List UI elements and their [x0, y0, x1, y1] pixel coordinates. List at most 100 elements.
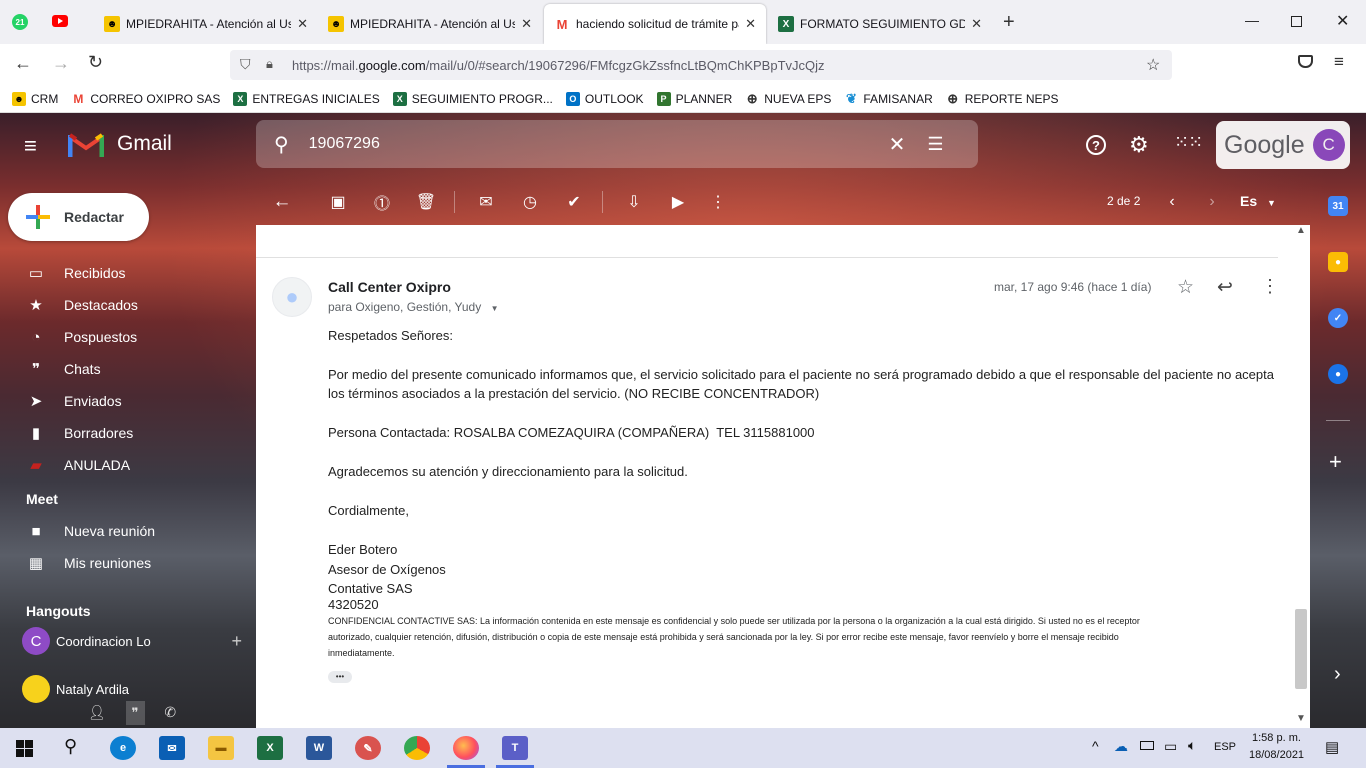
settings-gear-icon[interactable]: ⚙	[1129, 132, 1149, 158]
next-chevron-icon[interactable]: ›	[1200, 190, 1224, 214]
show-hidden-icons-chevron-icon[interactable]: ^	[1092, 738, 1099, 754]
calendar-app-icon[interactable]: 31	[1328, 196, 1348, 216]
menu-hamburger-icon[interactable]: ≡	[1334, 52, 1344, 72]
back-arrow-icon[interactable]: ←	[14, 53, 32, 74]
minimize-window-icon[interactable]: —	[1245, 12, 1259, 28]
help-icon[interactable]: ?	[1086, 135, 1106, 155]
delete-icon[interactable]: 🗑︎	[414, 190, 438, 214]
keep-app-icon[interactable]: ●	[1328, 252, 1348, 272]
previous-chevron-icon[interactable]: ‹	[1160, 190, 1184, 214]
sender-name[interactable]: Call Center Oxipro	[328, 279, 451, 295]
scroll-up-arrow-icon[interactable]: ▲	[1296, 225, 1306, 236]
get-addons-plus-icon[interactable]: +	[1329, 449, 1342, 475]
browser-tab-active[interactable]: M haciendo solicitud de trámite para ✕	[544, 4, 766, 44]
pocket-icon[interactable]	[1298, 55, 1313, 68]
edge-icon[interactable]: e	[110, 736, 136, 760]
browser-tab[interactable]: ☻ MPIEDRAHITA - Atención al Usuario ✕	[318, 4, 542, 44]
nav-item-destacados[interactable]: ★ Destacados	[26, 289, 246, 321]
pinned-tab-whatsapp[interactable]: 21	[12, 14, 28, 30]
restore-window-icon[interactable]	[1291, 16, 1302, 27]
meet-new-meeting[interactable]: ■ Nueva reunión	[26, 515, 246, 547]
teams-icon[interactable]: T	[502, 736, 528, 760]
nav-item-pospuestos[interactable]: ◔ Pospuestos	[26, 321, 246, 353]
search-bar[interactable]: ⚲ 19067296 ✕ ☰	[256, 120, 978, 168]
search-icon[interactable]: ⚲	[274, 132, 289, 157]
gmail-logo[interactable]: Gmail	[68, 131, 172, 157]
notifications-icon[interactable]: ▤	[1325, 738, 1339, 756]
bookmark-nueva-eps[interactable]: ⊕ NUEVA EPS	[745, 91, 832, 106]
clock-time[interactable]: 1:58 p. m.	[1252, 732, 1301, 744]
windows-start-icon[interactable]	[16, 740, 33, 757]
volume-icon[interactable]: 🔈︎	[1188, 737, 1196, 754]
new-tab-icon[interactable]: +	[1003, 11, 1015, 34]
google-account-chip[interactable]: Google C	[1216, 121, 1350, 169]
move-to-icon[interactable]: ⇩	[622, 190, 646, 214]
bookmark-outlook[interactable]: O OUTLOOK	[565, 92, 644, 106]
mark-unread-icon[interactable]: ✉	[474, 190, 498, 214]
show-trimmed-content-button[interactable]: •••	[328, 671, 352, 683]
label-tag-icon[interactable]: ▶	[666, 190, 690, 214]
network-icon[interactable]: ▭	[1164, 738, 1177, 755]
language-indicator[interactable]: ESP	[1214, 741, 1236, 753]
bookmark-reporte-neps[interactable]: ⊕ REPORTE NEPS	[946, 91, 1058, 106]
archive-icon[interactable]: ▣	[326, 190, 350, 214]
close-tab-icon[interactable]: ✕	[745, 16, 756, 32]
battery-icon[interactable]	[1140, 741, 1154, 750]
scroll-down-arrow-icon[interactable]: ▼	[1296, 713, 1306, 724]
nav-item-enviados[interactable]: ➤ Enviados	[26, 385, 246, 417]
person-icon[interactable]: 👤︎	[88, 704, 106, 721]
bookmark-correo[interactable]: M CORREO OXIPRO SAS	[71, 92, 220, 106]
add-contact-icon[interactable]: +	[231, 631, 242, 652]
contacts-app-icon[interactable]: ●	[1328, 364, 1348, 384]
report-spam-icon[interactable]: ⓵	[370, 190, 394, 214]
firefox-icon[interactable]	[453, 736, 479, 760]
paint-icon[interactable]: ✎	[355, 736, 381, 760]
excel-icon[interactable]: X	[257, 736, 283, 760]
forward-arrow-icon[interactable]: →	[52, 53, 70, 74]
meet-my-meetings[interactable]: ▦ Mis reuniones	[26, 547, 246, 579]
search-input[interactable]: 19067296	[309, 135, 869, 153]
recipients-line[interactable]: para Oxigeno, Gestión, Yudy ▼	[328, 300, 498, 314]
clock-date[interactable]: 18/08/2021	[1249, 749, 1304, 761]
snooze-icon[interactable]: ◷	[518, 190, 542, 214]
expand-panel-chevron-icon[interactable]: ›	[1334, 663, 1341, 686]
close-tab-icon[interactable]: ✕	[971, 16, 982, 32]
reload-icon[interactable]: ↻	[88, 52, 103, 73]
nav-item-chats[interactable]: ❞ Chats	[26, 353, 246, 385]
add-task-icon[interactable]: ✔	[562, 190, 586, 214]
scrollbar-thumb[interactable]	[1295, 609, 1307, 689]
bookmark-famisanar[interactable]: ❦ FAMISANAR	[844, 91, 933, 106]
sender-avatar[interactable]: ●	[272, 277, 312, 317]
nav-item-borradores[interactable]: ▮ Borradores	[26, 417, 246, 449]
tasks-app-icon[interactable]: ✓	[1328, 308, 1348, 328]
browser-tab[interactable]: ☻ MPIEDRAHITA - Atención al Usuario ✕	[94, 4, 318, 44]
nav-item-anulada[interactable]: ▰ ANULADA	[26, 449, 246, 481]
search-icon[interactable]: ⚲	[64, 736, 77, 757]
mail-icon[interactable]: ✉	[159, 736, 185, 760]
search-options-icon[interactable]: ☰	[927, 134, 943, 155]
phone-icon[interactable]: ✆	[164, 704, 176, 721]
bookmark-entregas[interactable]: X ENTREGAS INICIALES	[233, 92, 380, 106]
url-bar[interactable]: ⛉ 🔒︎ https://mail. google.com/mail/u/0/#s…	[230, 50, 1172, 80]
close-window-icon[interactable]: ✕	[1336, 11, 1349, 31]
scrollbar-track[interactable]: ▲ ▼	[1292, 225, 1310, 728]
file-explorer-icon[interactable]: ▬	[208, 736, 234, 760]
pinned-tab-youtube[interactable]	[52, 15, 68, 27]
main-menu-icon[interactable]: ≡	[24, 133, 37, 159]
compose-button[interactable]: Redactar	[8, 193, 149, 241]
show-details-caret-icon[interactable]: ▼	[491, 304, 499, 313]
more-options-icon[interactable]: ⋮	[706, 190, 730, 214]
word-icon[interactable]: W	[306, 736, 332, 760]
close-tab-icon[interactable]: ✕	[521, 16, 532, 32]
reply-icon[interactable]: ↩	[1217, 276, 1233, 299]
chat-bubble-icon[interactable]: ❞	[125, 700, 145, 725]
nav-item-recibidos[interactable]: ▭ Recibidos	[26, 257, 246, 289]
chrome-icon[interactable]	[404, 736, 430, 760]
browser-tab[interactable]: X FORMATO SEGUIMIENTO GD.xlsx ✕	[768, 4, 992, 44]
bookmark-seguimiento[interactable]: X SEGUIMIENTO PROGR...	[392, 92, 553, 106]
bookmark-crm[interactable]: ☻ CRM	[12, 92, 58, 106]
input-language-selector[interactable]: Es ▼	[1240, 193, 1276, 209]
bookmark-star-icon[interactable]: ☆	[1146, 55, 1160, 75]
star-message-icon[interactable]: ☆	[1177, 276, 1194, 299]
avatar[interactable]: C	[1312, 129, 1345, 161]
